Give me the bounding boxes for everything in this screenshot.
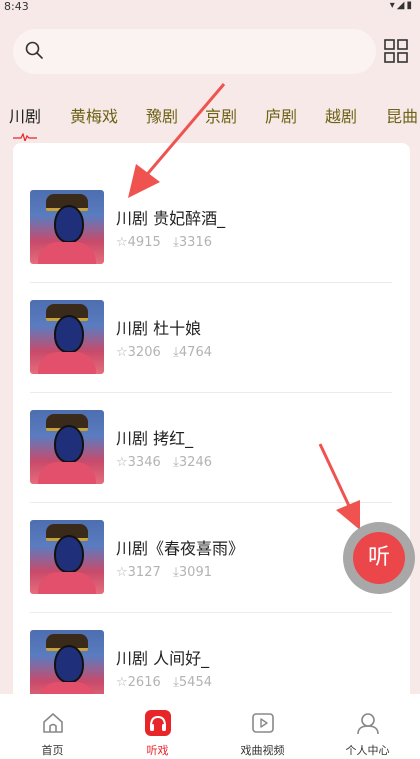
nav-video[interactable]: 戏曲视频	[210, 694, 315, 759]
nav-label: 个人中心	[345, 744, 390, 757]
video-icon	[252, 713, 274, 733]
item-meta: ☆3127 ⤓3091	[116, 565, 212, 580]
headphones-icon	[145, 710, 171, 736]
annotation-arrow	[128, 83, 226, 198]
opera-thumbnail	[30, 520, 104, 594]
item-title: 川剧 杜十娘	[116, 319, 202, 338]
download-count: 3316	[178, 235, 212, 250]
star-icon: ☆	[116, 565, 128, 580]
download-count: 3246	[178, 455, 212, 470]
nav-home[interactable]: 首页	[0, 694, 105, 759]
favorite-count: 3206	[127, 345, 161, 360]
list-item[interactable]: 川剧 杜十娘 ☆3206 ⤓4764	[30, 300, 392, 410]
list-item[interactable]: 川剧 贵妃醉酒_ ☆4915 ⤓3316	[30, 190, 392, 300]
favorite-count: 3346	[127, 455, 161, 470]
opera-thumbnail	[30, 630, 104, 703]
item-meta: ☆3346 ⤓3246	[116, 455, 212, 470]
nav-label: 首页	[41, 744, 64, 757]
grid-menu-icon[interactable]	[384, 39, 408, 63]
download-count: 3091	[178, 565, 212, 580]
item-title: 川剧 人间好_	[116, 649, 210, 668]
divider	[30, 392, 392, 393]
listen-float-button[interactable]: 听	[343, 522, 415, 594]
opera-list: 川剧 贵妃醉酒_ ☆4915 ⤓3316 川剧 杜十娘 ☆3206 ⤓4764 …	[13, 143, 410, 703]
star-icon: ☆	[116, 675, 128, 690]
star-icon: ☆	[116, 345, 128, 360]
favorite-count: 4915	[127, 235, 161, 250]
item-title: 川剧 贵妃醉酒_	[116, 209, 226, 228]
tab-kunqu[interactable]: 昆曲	[386, 103, 418, 127]
status-time: 8:43	[4, 0, 29, 13]
bottom-nav: 首页 听戏 戏曲视频 个人中心	[0, 694, 420, 759]
tab-luju[interactable]: 庐剧	[265, 103, 297, 127]
star-icon: ☆	[116, 235, 128, 250]
opera-thumbnail	[30, 410, 104, 484]
favorite-count: 2616	[127, 675, 161, 690]
annotation-arrow	[318, 443, 360, 530]
tab-indicator	[13, 133, 37, 141]
search-icon	[25, 41, 43, 59]
status-bar: 8:43 ▾◢▮	[0, 0, 420, 14]
listen-button-label: 听	[353, 532, 405, 584]
divider	[30, 612, 392, 613]
item-title: 川剧 拷红_	[116, 429, 194, 448]
download-count: 4764	[178, 345, 212, 360]
nav-label: 听戏	[146, 744, 169, 757]
item-meta: ☆3206 ⤓4764	[116, 345, 212, 360]
nav-profile[interactable]: 个人中心	[315, 694, 420, 759]
item-title: 川剧《春夜喜雨》	[116, 539, 245, 558]
opera-thumbnail	[30, 190, 104, 264]
status-icons: ▾◢▮	[389, 0, 414, 11]
user-icon	[357, 713, 379, 735]
tab-chuanju[interactable]: 川剧	[9, 103, 41, 127]
opera-thumbnail	[30, 300, 104, 374]
search-bar[interactable]	[13, 29, 376, 74]
list-item[interactable]: 川剧 人间好_ ☆2616 ⤓5454	[30, 630, 392, 703]
search-input[interactable]	[53, 39, 357, 66]
tab-yueju[interactable]: 越剧	[325, 103, 357, 127]
divider	[30, 282, 392, 283]
list-item[interactable]: 川剧《春夜喜雨》 ☆3127 ⤓3091	[30, 520, 392, 630]
nav-listen[interactable]: 听戏	[105, 694, 210, 759]
home-icon	[43, 713, 63, 733]
download-count: 5454	[178, 675, 212, 690]
item-meta: ☆4915 ⤓3316	[116, 235, 212, 250]
nav-label: 戏曲视频	[240, 744, 285, 757]
star-icon: ☆	[116, 455, 128, 470]
tab-huangmeixi[interactable]: 黄梅戏	[70, 103, 118, 127]
item-meta: ☆2616 ⤓5454	[116, 675, 212, 690]
favorite-count: 3127	[127, 565, 161, 580]
